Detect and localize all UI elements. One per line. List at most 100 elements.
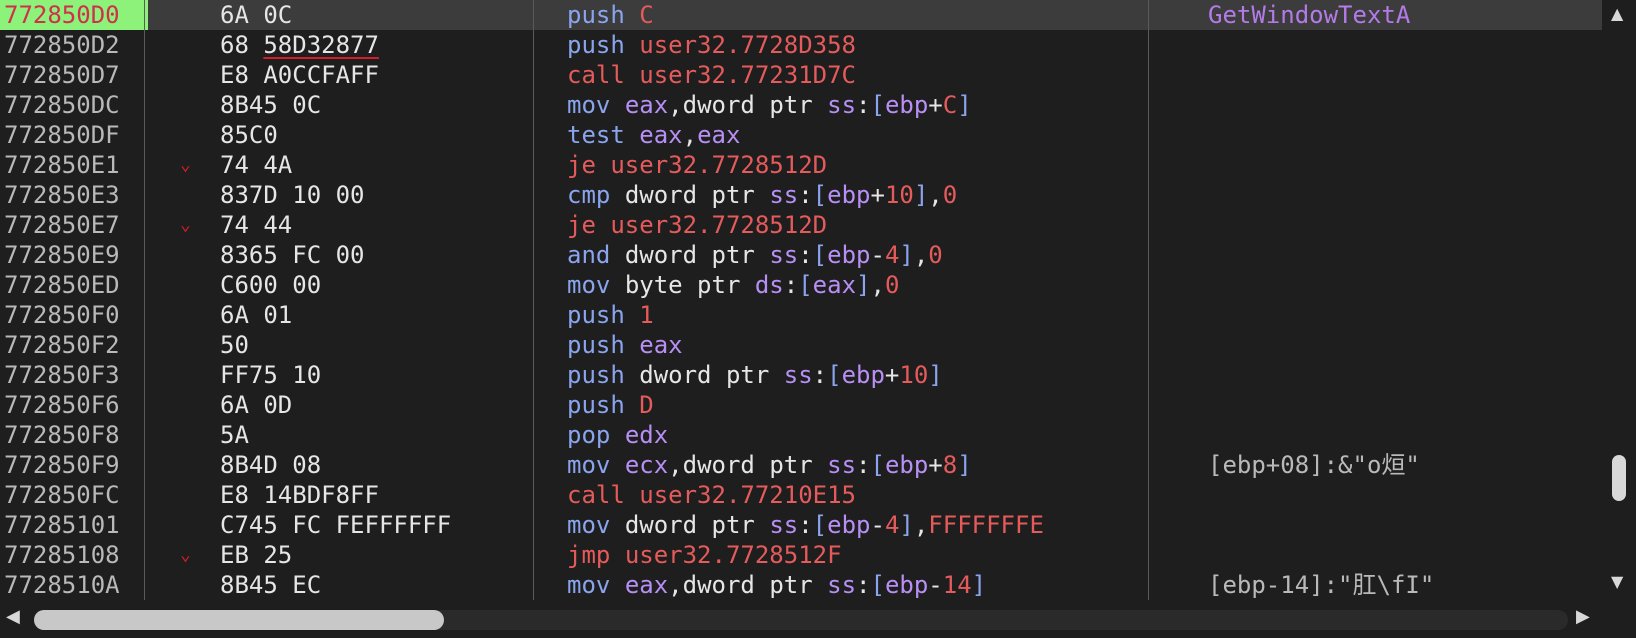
instruction-row[interactable]: 772850F8 5A pop edx bbox=[0, 420, 1602, 450]
instruction-row[interactable]: 772850E3 837D 10 00 cmp dword ptr ss:[ebp+… bbox=[0, 180, 1602, 210]
horizontal-scroll-thumb[interactable] bbox=[34, 610, 444, 630]
instruction-row[interactable]: 772850E7 ⌄ 74 44 je user32.7728512D bbox=[0, 210, 1602, 240]
instruction-row[interactable]: 772850F3 FF75 10 push dword ptr ss:[ebp+10… bbox=[0, 360, 1602, 390]
bytes-cell[interactable]: 74 4A bbox=[220, 150, 550, 180]
instruction-cell[interactable]: and dword ptr ss:[ebp-4],0 bbox=[567, 240, 1197, 270]
instruction-row[interactable]: 772850F9 8B4D 08 mov ecx,dword ptr ss:[ebp… bbox=[0, 450, 1602, 480]
address-cell[interactable]: 772850F6 bbox=[4, 390, 150, 420]
vertical-scrollbar[interactable]: ▲ ▼ bbox=[1602, 0, 1636, 600]
address-cell[interactable]: 772850D2 bbox=[4, 30, 150, 60]
comment-cell[interactable]: GetWindowTextA bbox=[1208, 0, 1598, 30]
instruction-row[interactable]: 772850E9 8365 FC 00 and dword ptr ss:[ebp-… bbox=[0, 240, 1602, 270]
scroll-left-icon[interactable]: ◀ bbox=[6, 606, 20, 627]
instruction-row[interactable]: 772850ED C600 00 mov byte ptr ds:[eax],0 bbox=[0, 270, 1602, 300]
comment-cell[interactable]: [ebp+08]:&"o烜" bbox=[1208, 450, 1598, 480]
instruction-row[interactable]: 772850DF 85C0 test eax,eax bbox=[0, 120, 1602, 150]
comment-cell[interactable] bbox=[1208, 30, 1598, 60]
address-cell[interactable]: 772850DC bbox=[4, 90, 150, 120]
horizontal-scrollbar[interactable]: ◀ ▶ bbox=[0, 602, 1602, 638]
instruction-cell[interactable]: push eax bbox=[567, 330, 1197, 360]
address-cell[interactable]: 772850F2 bbox=[4, 330, 150, 360]
bytes-cell[interactable]: 68 58D32877 bbox=[220, 30, 550, 60]
scroll-up-icon[interactable]: ▲ bbox=[1611, 4, 1623, 23]
instruction-cell[interactable]: push 1 bbox=[567, 300, 1197, 330]
address-cell[interactable]: 772850FC bbox=[4, 480, 150, 510]
comment-cell[interactable] bbox=[1208, 300, 1598, 330]
comment-cell[interactable] bbox=[1208, 240, 1598, 270]
instruction-row[interactable]: 772850FC E8 14BDF8FF call user32.77210E15 bbox=[0, 480, 1602, 510]
instruction-cell[interactable]: push D bbox=[567, 390, 1197, 420]
instruction-cell[interactable]: call user32.77210E15 bbox=[567, 480, 1197, 510]
vertical-scroll-thumb[interactable] bbox=[1612, 455, 1626, 501]
address-cell[interactable]: 772850F9 bbox=[4, 450, 150, 480]
instruction-row[interactable]: 7728510A 8B45 EC mov eax,dword ptr ss:[ebp… bbox=[0, 570, 1602, 600]
comment-cell[interactable] bbox=[1208, 120, 1598, 150]
instruction-cell[interactable]: test eax,eax bbox=[567, 120, 1197, 150]
instruction-row[interactable]: 772850D7 E8 A0CCFAFF call user32.77231D7C bbox=[0, 60, 1602, 90]
instruction-cell[interactable]: push user32.7728D358 bbox=[567, 30, 1197, 60]
instruction-cell[interactable]: push C bbox=[567, 0, 1197, 30]
bytes-cell[interactable]: 6A 0D bbox=[220, 390, 550, 420]
comment-cell[interactable] bbox=[1208, 60, 1598, 90]
bytes-cell[interactable]: 8B45 EC bbox=[220, 570, 550, 600]
bytes-cell[interactable]: 6A 0C bbox=[220, 0, 550, 30]
bytes-cell[interactable]: 74 44 bbox=[220, 210, 550, 240]
instruction-cell[interactable]: mov ecx,dword ptr ss:[ebp+8] bbox=[567, 450, 1197, 480]
scroll-down-icon[interactable]: ▼ bbox=[1611, 572, 1623, 591]
instruction-cell[interactable]: jmp user32.7728512F bbox=[567, 540, 1197, 570]
bytes-cell[interactable]: 8365 FC 00 bbox=[220, 240, 550, 270]
comment-cell[interactable] bbox=[1208, 90, 1598, 120]
instruction-row[interactable]: 77285101 C745 FC FEFFFFFF mov dword ptr ss… bbox=[0, 510, 1602, 540]
bytes-cell[interactable]: 8B45 0C bbox=[220, 90, 550, 120]
instruction-row[interactable]: 772850E1 ⌄ 74 4A je user32.7728512D bbox=[0, 150, 1602, 180]
address-cell[interactable]: 772850ED bbox=[4, 270, 150, 300]
comment-cell[interactable] bbox=[1208, 330, 1598, 360]
bytes-cell[interactable]: 8B4D 08 bbox=[220, 450, 550, 480]
bytes-cell[interactable]: E8 A0CCFAFF bbox=[220, 60, 550, 90]
address-cell[interactable]: 77285101 bbox=[4, 510, 150, 540]
address-cell[interactable]: 772850D0 bbox=[0, 0, 148, 30]
comment-cell[interactable] bbox=[1208, 270, 1598, 300]
bytes-cell[interactable]: 837D 10 00 bbox=[220, 180, 550, 210]
address-cell[interactable]: 772850E7 bbox=[4, 210, 150, 240]
disassembly-view[interactable]: 772850D0 6A 0C push C GetWindowTextA 772850D… bbox=[0, 0, 1636, 638]
instruction-cell[interactable]: cmp dword ptr ss:[ebp+10],0 bbox=[567, 180, 1197, 210]
instruction-row[interactable]: 772850DC 8B45 0C mov eax,dword ptr ss:[ebp… bbox=[0, 90, 1602, 120]
scroll-right-icon[interactable]: ▶ bbox=[1576, 606, 1590, 627]
comment-cell[interactable] bbox=[1208, 540, 1598, 570]
instruction-cell[interactable]: pop edx bbox=[567, 420, 1197, 450]
instruction-row[interactable]: 772850D2 68 58D32877 push user32.7728D358 bbox=[0, 30, 1602, 60]
bytes-cell[interactable]: EB 25 bbox=[220, 540, 550, 570]
address-cell[interactable]: 772850F3 bbox=[4, 360, 150, 390]
instruction-row[interactable]: 77285108 ⌄ EB 25 jmp user32.7728512F bbox=[0, 540, 1602, 570]
instruction-cell[interactable]: mov dword ptr ss:[ebp-4],FFFFFFFE bbox=[567, 510, 1197, 540]
instruction-row[interactable]: 772850F6 6A 0D push D bbox=[0, 390, 1602, 420]
instruction-cell[interactable]: call user32.77231D7C bbox=[567, 60, 1197, 90]
address-cell[interactable]: 772850F8 bbox=[4, 420, 150, 450]
instruction-cell[interactable]: mov eax,dword ptr ss:[ebp+C] bbox=[567, 90, 1197, 120]
instruction-row-current[interactable]: 772850D0 6A 0C push C GetWindowTextA bbox=[0, 0, 1602, 30]
address-cell[interactable]: 772850D7 bbox=[4, 60, 150, 90]
instruction-cell[interactable]: mov byte ptr ds:[eax],0 bbox=[567, 270, 1197, 300]
instruction-row[interactable]: 772850F0 6A 01 push 1 bbox=[0, 300, 1602, 330]
comment-cell[interactable] bbox=[1208, 510, 1598, 540]
bytes-cell[interactable]: C600 00 bbox=[220, 270, 550, 300]
address-cell[interactable]: 7728510A bbox=[4, 570, 150, 600]
instruction-cell[interactable]: je user32.7728512D bbox=[567, 150, 1197, 180]
address-cell[interactable]: 772850DF bbox=[4, 120, 150, 150]
bytes-cell[interactable]: 5A bbox=[220, 420, 550, 450]
instruction-list[interactable]: 772850D0 6A 0C push C GetWindowTextA 772850D… bbox=[0, 0, 1602, 600]
comment-cell[interactable] bbox=[1208, 420, 1598, 450]
comment-cell[interactable]: [ebp-14]:"肛\fI" bbox=[1208, 570, 1598, 600]
bytes-cell[interactable]: C745 FC FEFFFFFF bbox=[220, 510, 550, 540]
instruction-row[interactable]: 772850F2 50 push eax bbox=[0, 330, 1602, 360]
bytes-cell[interactable]: FF75 10 bbox=[220, 360, 550, 390]
comment-cell[interactable] bbox=[1208, 150, 1598, 180]
address-cell[interactable]: 772850F0 bbox=[4, 300, 150, 330]
address-cell[interactable]: 772850E3 bbox=[4, 180, 150, 210]
comment-cell[interactable] bbox=[1208, 180, 1598, 210]
instruction-cell[interactable]: je user32.7728512D bbox=[567, 210, 1197, 240]
comment-cell[interactable] bbox=[1208, 390, 1598, 420]
comment-cell[interactable] bbox=[1208, 480, 1598, 510]
instruction-cell[interactable]: push dword ptr ss:[ebp+10] bbox=[567, 360, 1197, 390]
